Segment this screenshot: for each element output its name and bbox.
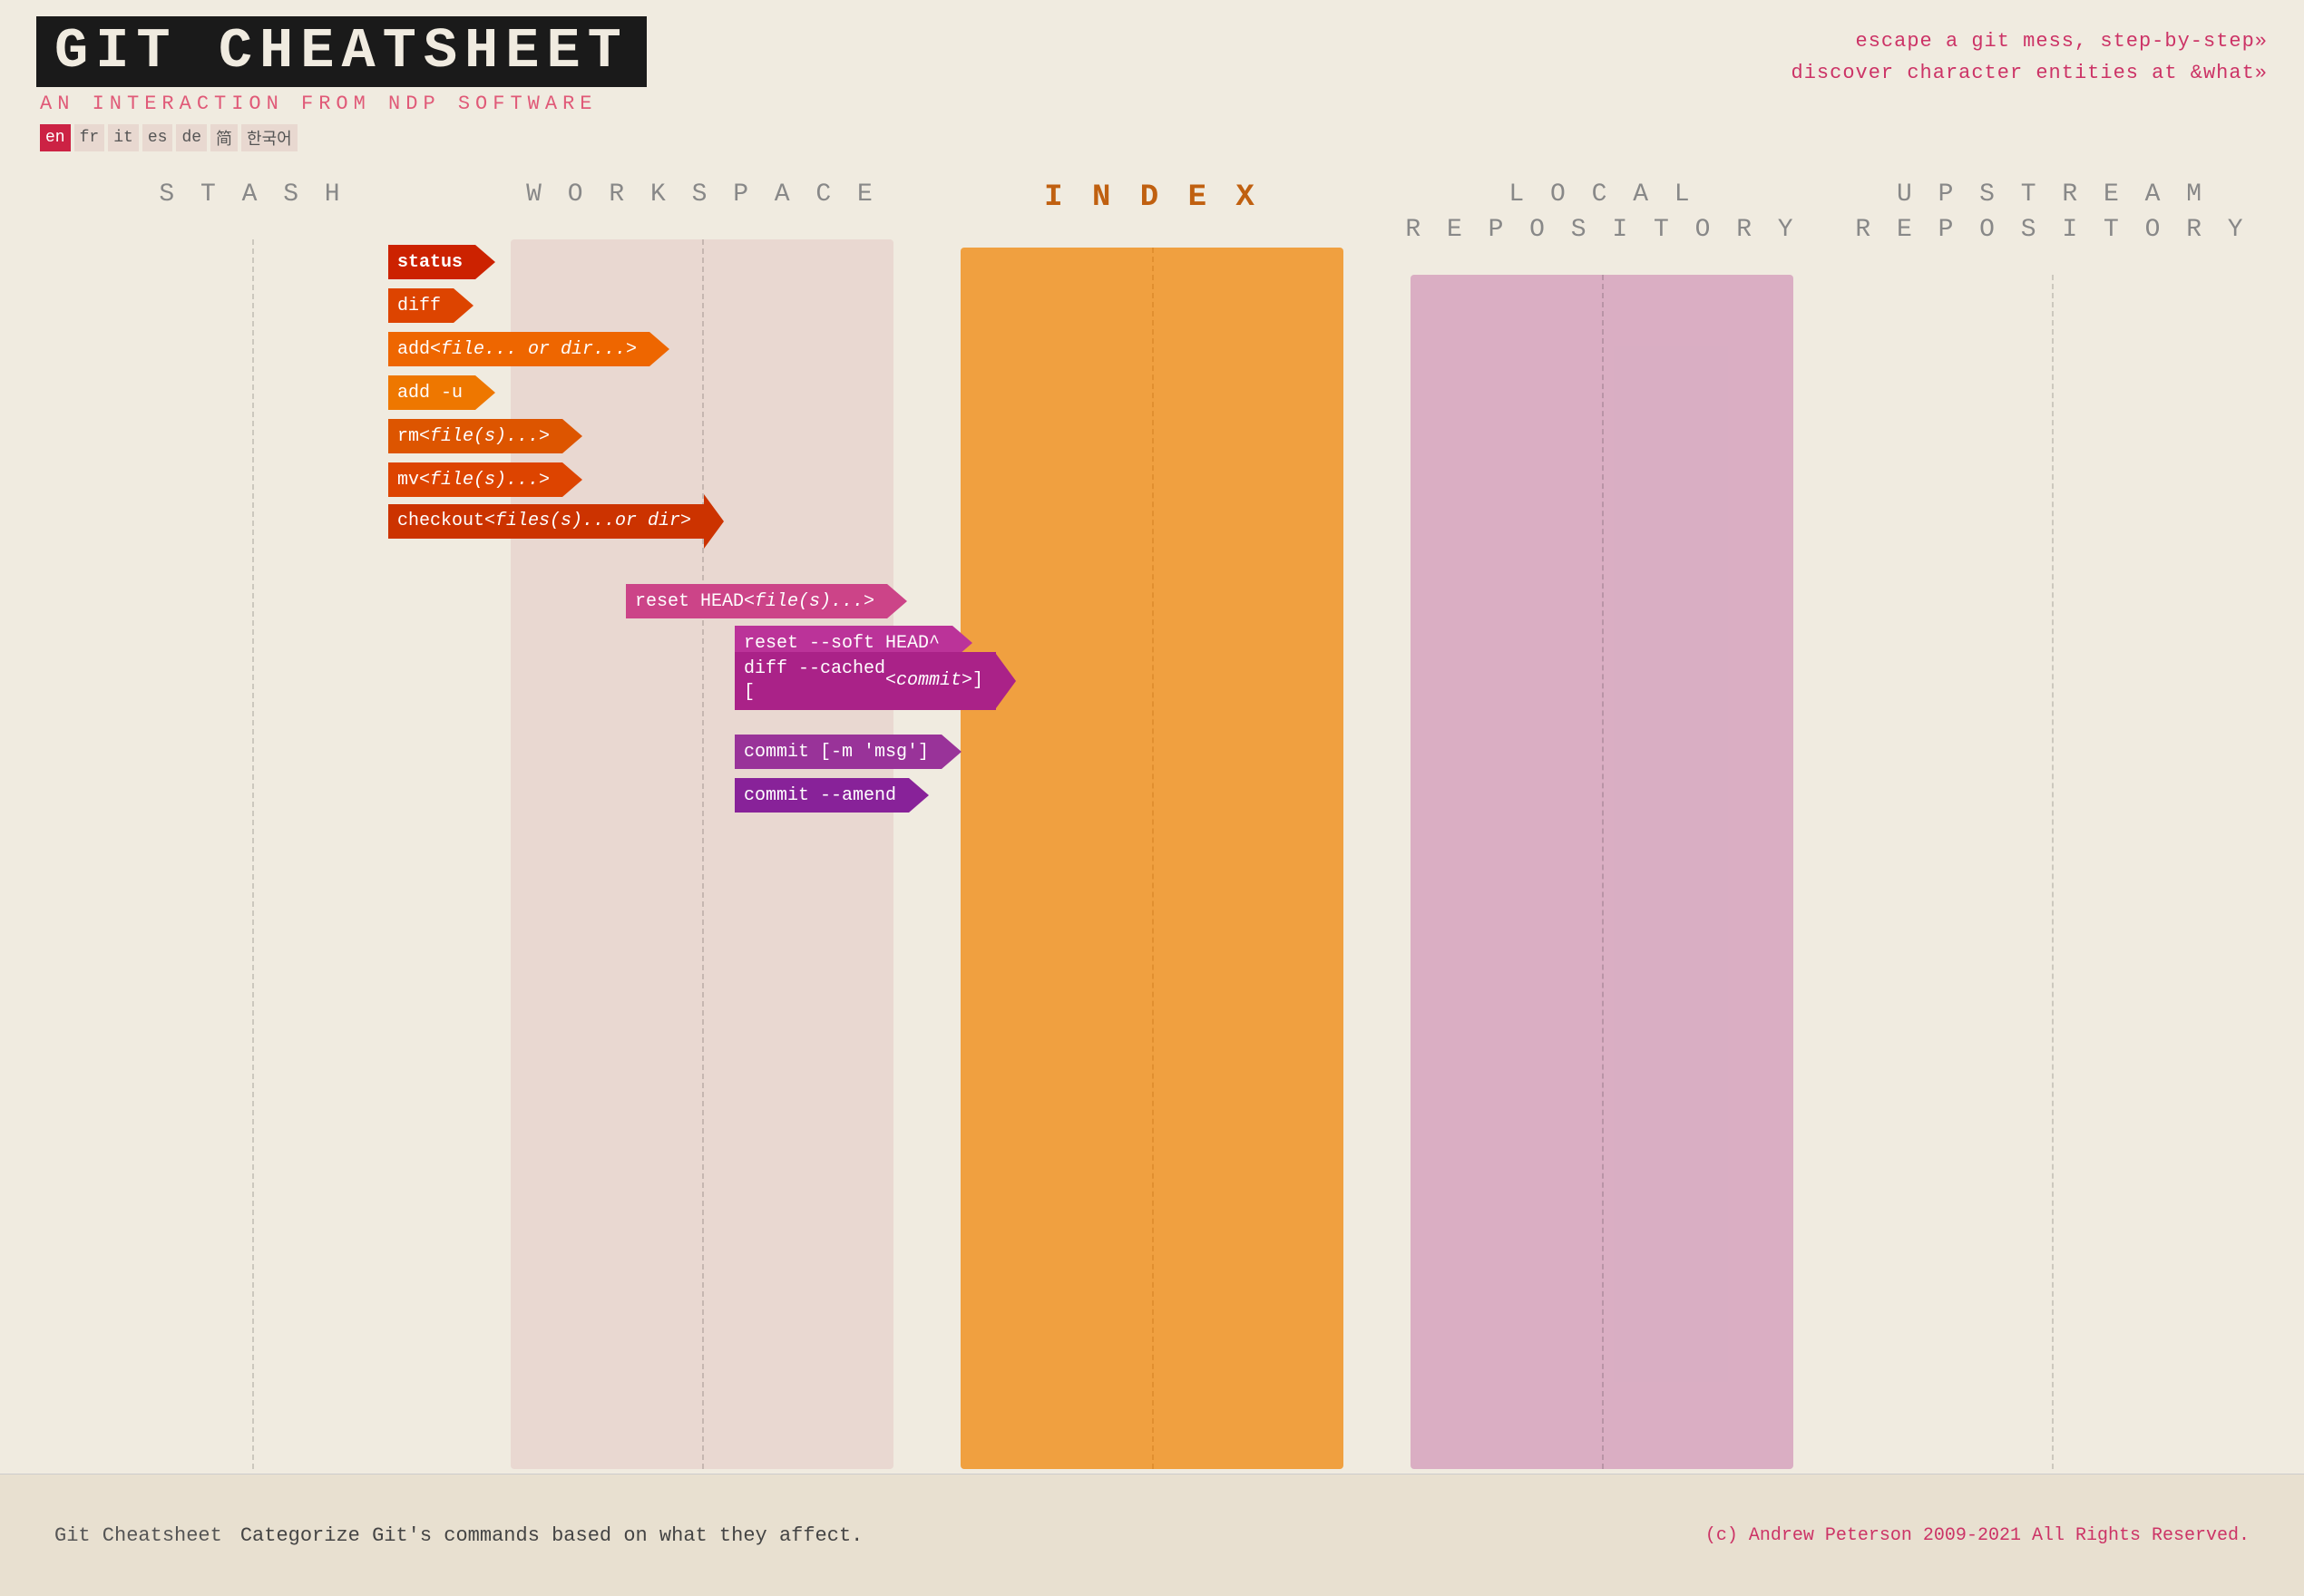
col-index: I N D E X	[927, 159, 1377, 1469]
top-links: escape a git mess, step-by-step» discove…	[1791, 16, 2268, 89]
lang-en[interactable]: en	[40, 124, 71, 151]
cmd-diff[interactable]: diff	[388, 288, 473, 323]
footer-app-name: Git Cheatsheet	[54, 1524, 222, 1547]
lang-ko[interactable]: 한국어	[241, 124, 298, 151]
cmd-mv[interactable]: mv <file(s)...>	[388, 462, 582, 497]
stash-header: S T A S H	[159, 159, 345, 239]
cmd-commit-amend[interactable]: commit --amend	[735, 778, 929, 813]
header: Git Cheatsheet An Interaction From NDP S…	[0, 0, 2304, 155]
stash-line	[252, 239, 254, 1469]
upstream-header: U P S T R E A MR E P O S I T O R Y	[1855, 159, 2248, 275]
local-line	[1602, 275, 1604, 1469]
top-link-2[interactable]: discover character entities at &what»	[1791, 57, 2268, 89]
local-body	[1411, 275, 1793, 1469]
cmd-rm[interactable]: rm <file(s)...>	[388, 419, 582, 453]
index-body	[961, 248, 1343, 1469]
upstream-body	[1860, 275, 2243, 1469]
lang-de[interactable]: de	[176, 124, 207, 151]
language-bar: en fr it es de 简 한국어	[36, 121, 647, 155]
main-title: Git Cheatsheet	[36, 16, 647, 87]
footer-description: Categorize Git's commands based on what …	[240, 1524, 864, 1547]
cmd-status[interactable]: status	[388, 245, 495, 279]
cmd-diff-cached[interactable]: diff --cached[<commit>]	[735, 664, 1016, 698]
lang-fr[interactable]: fr	[74, 124, 105, 151]
local-header: L O C A LR E P O S I T O R Y	[1405, 159, 1798, 275]
main-area: S T A S H W O R K S P A C E I N D E X L …	[0, 159, 2304, 1469]
workspace-line	[702, 239, 704, 1469]
stash-body	[61, 239, 444, 1469]
col-local: L O C A LR E P O S I T O R Y	[1377, 159, 1827, 1469]
cmd-reset-head[interactable]: reset HEAD <file(s)...>	[626, 584, 907, 618]
index-line	[1152, 248, 1154, 1469]
workspace-header: W O R K S P A C E	[526, 159, 878, 239]
upstream-line	[2052, 275, 2054, 1469]
lang-es[interactable]: es	[142, 124, 173, 151]
cmd-add-u[interactable]: add -u	[388, 375, 495, 410]
lang-zh[interactable]: 简	[210, 124, 238, 151]
index-header: I N D E X	[1044, 159, 1260, 248]
footer: Git Cheatsheet Categorize Git's commands…	[0, 1474, 2304, 1596]
subtitle: An Interaction From NDP Software	[36, 87, 647, 121]
footer-copyright: (c) Andrew Peterson 2009-2021 All Rights…	[1705, 1525, 2250, 1546]
footer-left: Git Cheatsheet Categorize Git's commands…	[54, 1524, 863, 1547]
top-link-1[interactable]: escape a git mess, step-by-step»	[1791, 25, 2268, 57]
cmd-checkout[interactable]: checkout <files(s)...or dir>	[388, 504, 724, 539]
col-upstream: U P S T R E A MR E P O S I T O R Y	[1827, 159, 2277, 1469]
cmd-commit[interactable]: commit [-m 'msg']	[735, 735, 962, 769]
title-block: Git Cheatsheet An Interaction From NDP S…	[36, 16, 647, 155]
cmd-add-file[interactable]: add <file... or dir...>	[388, 332, 669, 366]
lang-it[interactable]: it	[108, 124, 139, 151]
